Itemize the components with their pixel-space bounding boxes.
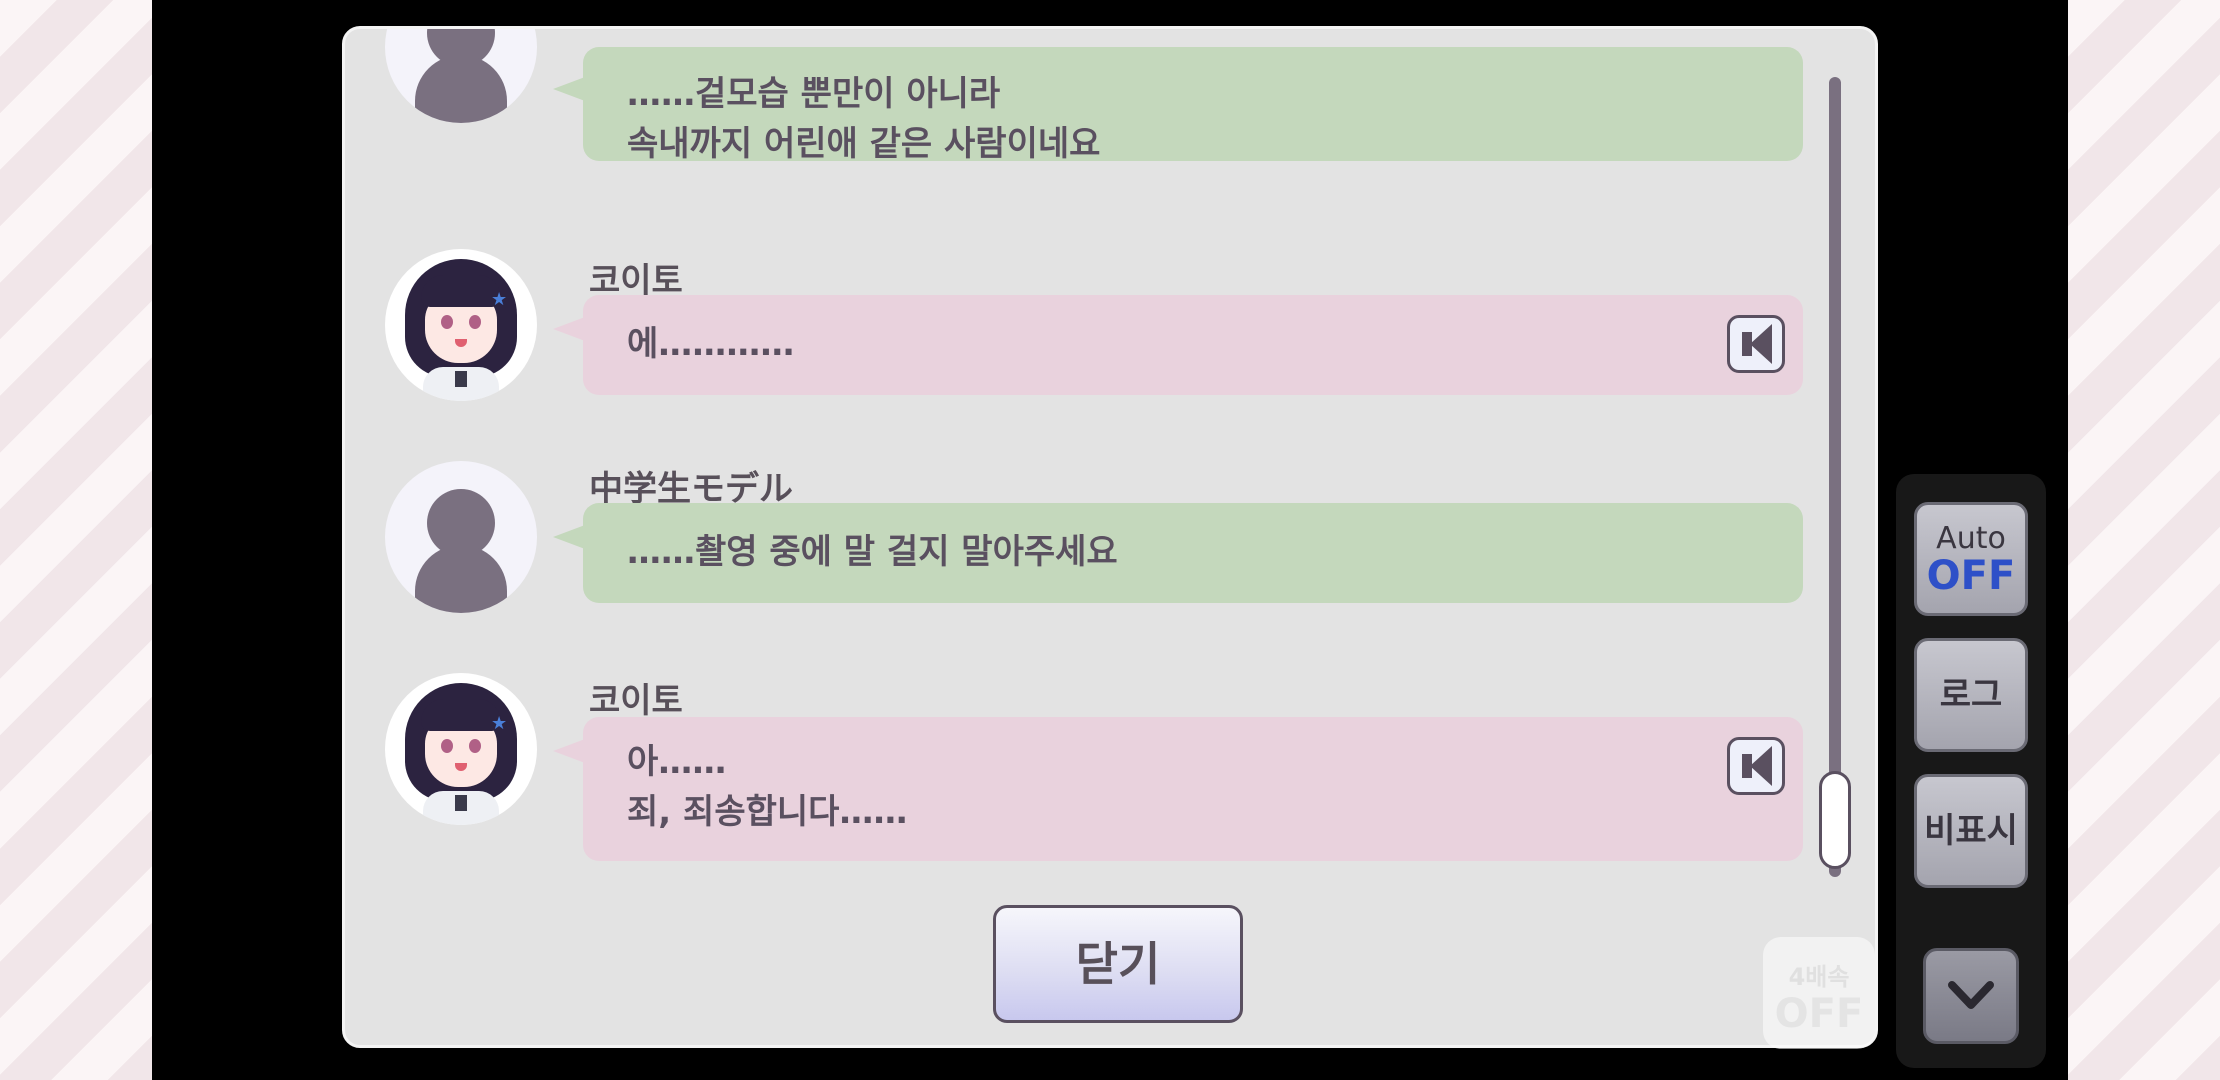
auto-toggle-button[interactable]: Auto OFF [1914,502,2028,616]
message-line: 속내까지 어린애 같은 사람이네요 [627,124,1101,164]
close-button[interactable]: 닫기 [993,905,1243,1023]
auto-label: Auto [1936,521,2006,556]
speed-label: 4배속 [1788,963,1850,991]
collapse-menu-button[interactable] [1923,948,2019,1044]
avatar-koito: ★ [385,249,537,401]
voice-replay-button[interactable] [1727,315,1785,373]
message-line: 에………… [627,324,795,364]
hide-ui-button[interactable]: 비표시 [1914,774,2028,888]
speed-state: OFF [1774,991,1864,1037]
speed-toggle-button[interactable]: 4배속 OFF [1763,937,1875,1049]
background-right [2068,0,2220,1080]
voice-replay-button[interactable] [1727,737,1785,795]
avatar-koito: ★ [385,673,537,825]
side-menu: Auto OFF 로그 비표시 [1896,474,2046,1068]
scrollbar-track[interactable] [1829,77,1841,877]
message-line: ……겉모습 뿐만이 아니라 [627,74,1001,114]
message-bubble: 에………… [553,295,1803,395]
message-bubble: ……겉모습 뿐만이 아니라 속내까지 어린애 같은 사람이네요 [553,47,1803,164]
message-line: 죄, 죄송합니다…… [627,792,908,832]
scrollbar-thumb[interactable] [1819,771,1851,869]
message-bubble: ……촬영 중에 말 걸지 말아주세요 [553,503,1803,603]
message-line: 아…… [627,742,727,782]
background-left [0,0,152,1080]
log-button[interactable]: 로그 [1914,638,2028,752]
message-bubble: 아…… 죄, 죄송합니다…… [553,717,1803,861]
speaker-name: 코이토 [589,681,683,721]
auto-state: OFF [1926,553,2016,599]
avatar-silhouette [385,461,537,613]
avatar-silhouette [385,29,537,123]
backlog-panel: ……겉모습 뿐만이 아니라 속내까지 어린애 같은 사람이네요 ★ 코이토 에…… [342,26,1878,1048]
message-line: ……촬영 중에 말 걸지 말아주세요 [627,532,1118,572]
chevron-down-icon [1948,981,1994,1009]
